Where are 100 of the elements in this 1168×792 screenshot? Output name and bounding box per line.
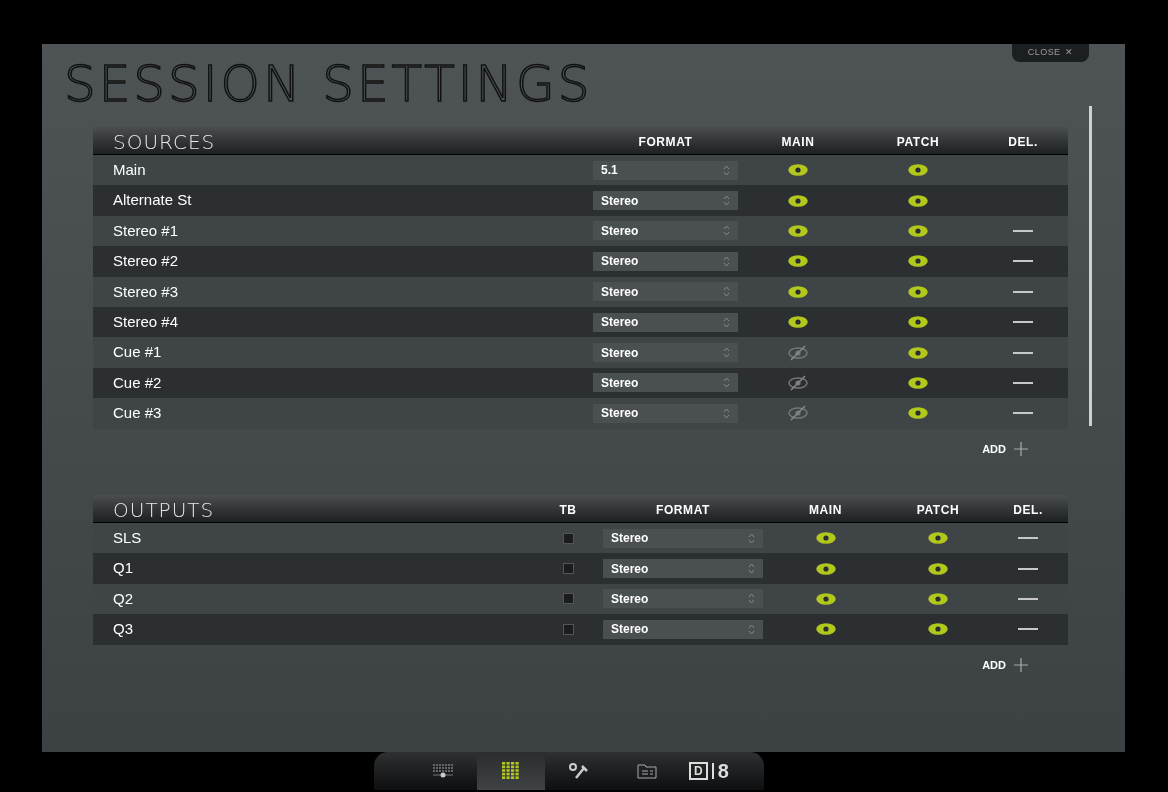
crossed-eye-icon[interactable] — [787, 344, 809, 361]
tb-checkbox[interactable] — [562, 593, 574, 605]
eye-icon[interactable] — [814, 591, 837, 607]
delete-dash[interactable] — [1018, 628, 1038, 631]
delete-dash[interactable] — [1013, 381, 1033, 384]
grid-icon — [502, 762, 521, 780]
stepper-icon — [748, 623, 755, 635]
stepper-icon — [723, 195, 730, 207]
format-dropdown[interactable]: Stereo — [593, 221, 738, 241]
plus-icon — [1014, 657, 1028, 672]
column-header: TB — [558, 502, 578, 519]
source-row[interactable]: Cue #1 Stereo — [93, 337, 1068, 368]
delete-dash[interactable] — [1013, 351, 1033, 354]
delete-dash[interactable] — [1018, 537, 1038, 540]
format-dropdown[interactable]: 5.1 — [593, 160, 738, 180]
stepper-icon — [723, 377, 730, 389]
format-dropdown[interactable]: Stereo — [603, 528, 763, 548]
eye-icon[interactable] — [787, 283, 809, 300]
source-row[interactable]: Main 5.1 — [93, 155, 1068, 186]
column-header: MAIN — [807, 502, 844, 519]
add-button[interactable]: ADD — [982, 656, 1028, 674]
source-name: Stereo #4 — [112, 311, 180, 332]
source-row[interactable]: Alternate St Stereo — [93, 185, 1068, 216]
delete-dash[interactable] — [1013, 321, 1033, 324]
source-name: Stereo #1 — [112, 220, 180, 241]
source-name: Cue #2 — [112, 372, 163, 393]
crossed-eye-icon[interactable] — [787, 374, 809, 391]
source-row[interactable]: Stereo #2 Stereo — [93, 246, 1068, 277]
source-row[interactable]: Cue #3 Stereo — [93, 398, 1068, 429]
column-header: DEL. — [1012, 502, 1044, 519]
delete-dash[interactable] — [1013, 412, 1033, 415]
format-dropdown[interactable]: Stereo — [593, 373, 738, 393]
stepper-icon — [723, 286, 730, 298]
eye-icon[interactable] — [907, 344, 929, 361]
eye-icon[interactable] — [907, 405, 929, 422]
section-title: OUTPUTS — [112, 497, 216, 524]
eye-icon[interactable] — [787, 314, 809, 331]
column-header: PATCH — [895, 134, 941, 151]
output-name: Q2 — [112, 588, 134, 609]
column-header: MAIN — [780, 134, 816, 151]
add-button[interactable]: ADD — [982, 440, 1028, 457]
tb-checkbox[interactable] — [562, 563, 574, 575]
format-dropdown[interactable]: Stereo — [603, 619, 763, 639]
column-header: DEL. — [1007, 134, 1039, 151]
output-row[interactable]: Q1 Stereo — [93, 553, 1068, 584]
output-name: Q1 — [112, 558, 134, 579]
tb-checkbox[interactable] — [562, 623, 574, 635]
stepper-icon — [723, 316, 730, 328]
format-dropdown[interactable]: Stereo — [603, 589, 763, 609]
eye-icon[interactable] — [927, 560, 949, 577]
eye-icon[interactable] — [814, 530, 837, 547]
stepper-icon — [723, 225, 730, 237]
close-button[interactable]: CLOSE ✕ — [1011, 44, 1089, 62]
source-row[interactable]: Cue #2 Stereo — [93, 367, 1068, 399]
stepper-icon — [748, 532, 755, 544]
eye-icon[interactable] — [927, 621, 949, 638]
page-title: SESSION SETTINGS — [64, 56, 593, 112]
delete-dash[interactable] — [1013, 229, 1033, 232]
eye-icon[interactable] — [927, 591, 949, 607]
format-dropdown[interactable]: Stereo — [593, 282, 738, 302]
eye-icon[interactable] — [814, 560, 837, 577]
eye-icon[interactable] — [907, 374, 929, 391]
eye-icon[interactable] — [907, 192, 929, 209]
format-dropdown[interactable]: Stereo — [593, 251, 738, 271]
source-name: Stereo #2 — [112, 251, 180, 272]
eye-icon[interactable] — [907, 222, 929, 239]
column-header: FORMAT — [637, 134, 694, 151]
eye-icon[interactable] — [787, 192, 809, 209]
delete-dash[interactable] — [1013, 260, 1033, 263]
output-name: Q3 — [112, 619, 134, 640]
format-dropdown[interactable]: Stereo — [593, 312, 738, 332]
stepper-icon — [723, 255, 730, 267]
output-row[interactable]: Q3 Stereo — [93, 614, 1068, 645]
eye-icon[interactable] — [907, 253, 929, 270]
eye-icon[interactable] — [927, 530, 949, 547]
delete-dash[interactable] — [1013, 290, 1033, 293]
format-dropdown[interactable]: Stereo — [593, 191, 738, 211]
tb-checkbox[interactable] — [562, 532, 574, 544]
eye-icon[interactable] — [907, 162, 929, 179]
format-dropdown[interactable]: Stereo — [593, 343, 738, 363]
section-title: SOURCES — [112, 129, 217, 156]
delete-dash[interactable] — [1018, 567, 1038, 570]
format-dropdown[interactable]: Stereo — [603, 559, 763, 579]
source-row[interactable]: Stereo #1 Stereo — [93, 215, 1068, 247]
column-header: FORMAT — [654, 502, 711, 519]
format-dropdown[interactable]: Stereo — [593, 403, 738, 423]
eye-icon[interactable] — [787, 253, 809, 270]
eye-icon[interactable] — [907, 314, 929, 331]
eye-icon[interactable] — [814, 621, 837, 638]
stepper-icon — [723, 347, 730, 359]
eye-icon[interactable] — [787, 162, 809, 179]
crossed-eye-icon[interactable] — [787, 405, 809, 422]
eye-icon[interactable] — [787, 222, 809, 239]
source-row[interactable]: Stereo #3 Stereo — [93, 276, 1068, 307]
bottom-tab[interactable] — [477, 752, 546, 790]
source-row[interactable]: Stereo #4 Stereo — [93, 306, 1068, 338]
source-name: Alternate St — [112, 190, 193, 211]
source-name: Cue #3 — [112, 403, 163, 424]
source-name: Cue #1 — [112, 342, 163, 363]
eye-icon[interactable] — [907, 283, 929, 300]
